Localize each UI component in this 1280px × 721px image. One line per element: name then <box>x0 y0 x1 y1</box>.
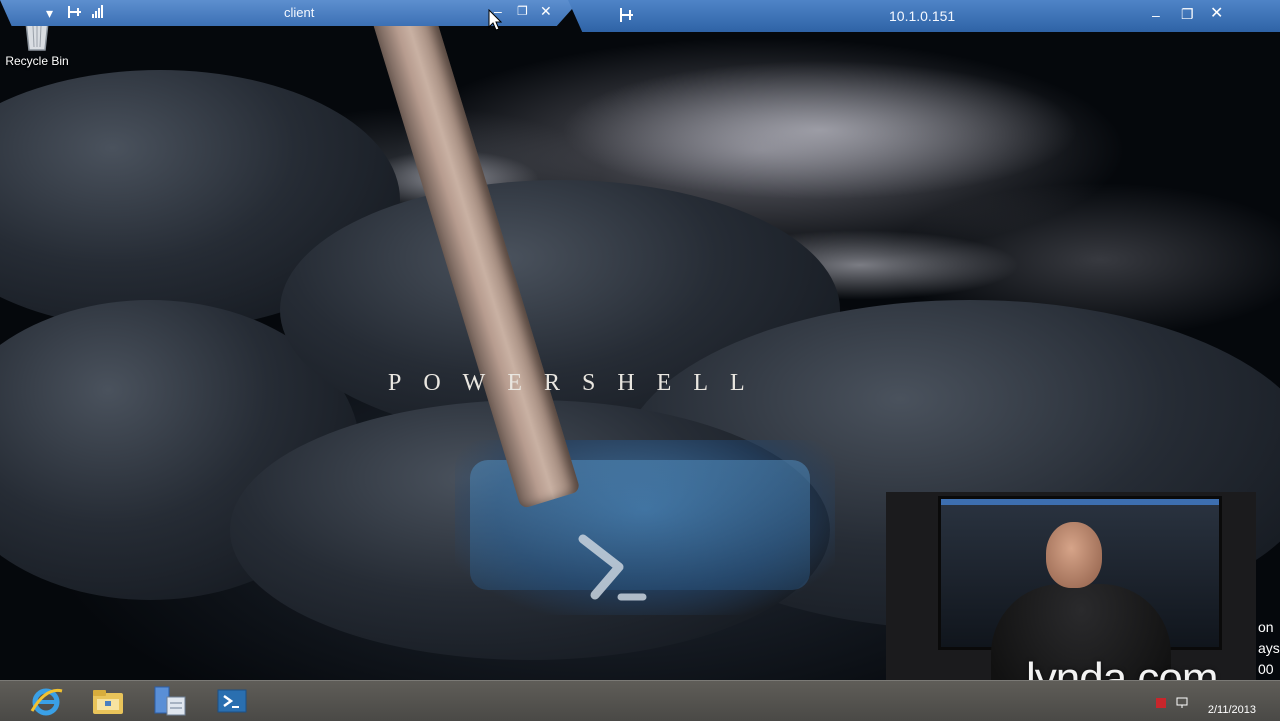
close-icon[interactable]: ✕ <box>540 4 552 18</box>
taskbar-date[interactable]: 2/11/2013 <box>1208 704 1256 716</box>
mouse-cursor-icon <box>488 9 502 31</box>
powershell-prompt-icon <box>578 534 647 601</box>
action-center-flag-icon[interactable] <box>1156 698 1166 708</box>
side-text-fragment: 00 <box>1258 661 1274 677</box>
taskbar: 2/11/2013 <box>0 680 1280 721</box>
side-text-fragment: on <box>1258 619 1274 635</box>
sea-foam <box>560 60 1080 200</box>
monitor-titlebar <box>941 499 1219 505</box>
signal-icon[interactable] <box>92 5 104 18</box>
pin-icon[interactable] <box>620 8 634 22</box>
presenter-video-overlay: lynda.com <box>886 492 1256 702</box>
remote-connection-bar[interactable]: 10.1.0.151 – ❐ ✕ <box>568 0 1280 32</box>
network-icon[interactable] <box>1176 696 1188 708</box>
recycle-bin-label: Recycle Bin <box>5 54 69 68</box>
server-manager-icon[interactable] <box>152 685 188 717</box>
minimize-icon[interactable]: – <box>1152 8 1160 22</box>
remote-title: 10.1.0.151 <box>889 8 956 24</box>
wallpaper-brand-text: POWERSHELL <box>388 370 767 396</box>
presenter-head <box>1046 522 1102 588</box>
internet-explorer-icon[interactable] <box>28 685 64 717</box>
close-icon[interactable]: ✕ <box>1210 6 1223 22</box>
restore-icon[interactable]: ❐ <box>1181 7 1194 21</box>
chevron-down-icon[interactable]: ▾ <box>46 6 53 20</box>
restore-icon[interactable]: ❐ <box>517 4 528 18</box>
side-text-fragment: ays <box>1258 640 1280 656</box>
file-explorer-icon[interactable] <box>90 685 126 717</box>
pin-icon[interactable] <box>68 6 82 18</box>
powershell-icon[interactable] <box>214 685 250 717</box>
client-title: client <box>284 5 315 20</box>
